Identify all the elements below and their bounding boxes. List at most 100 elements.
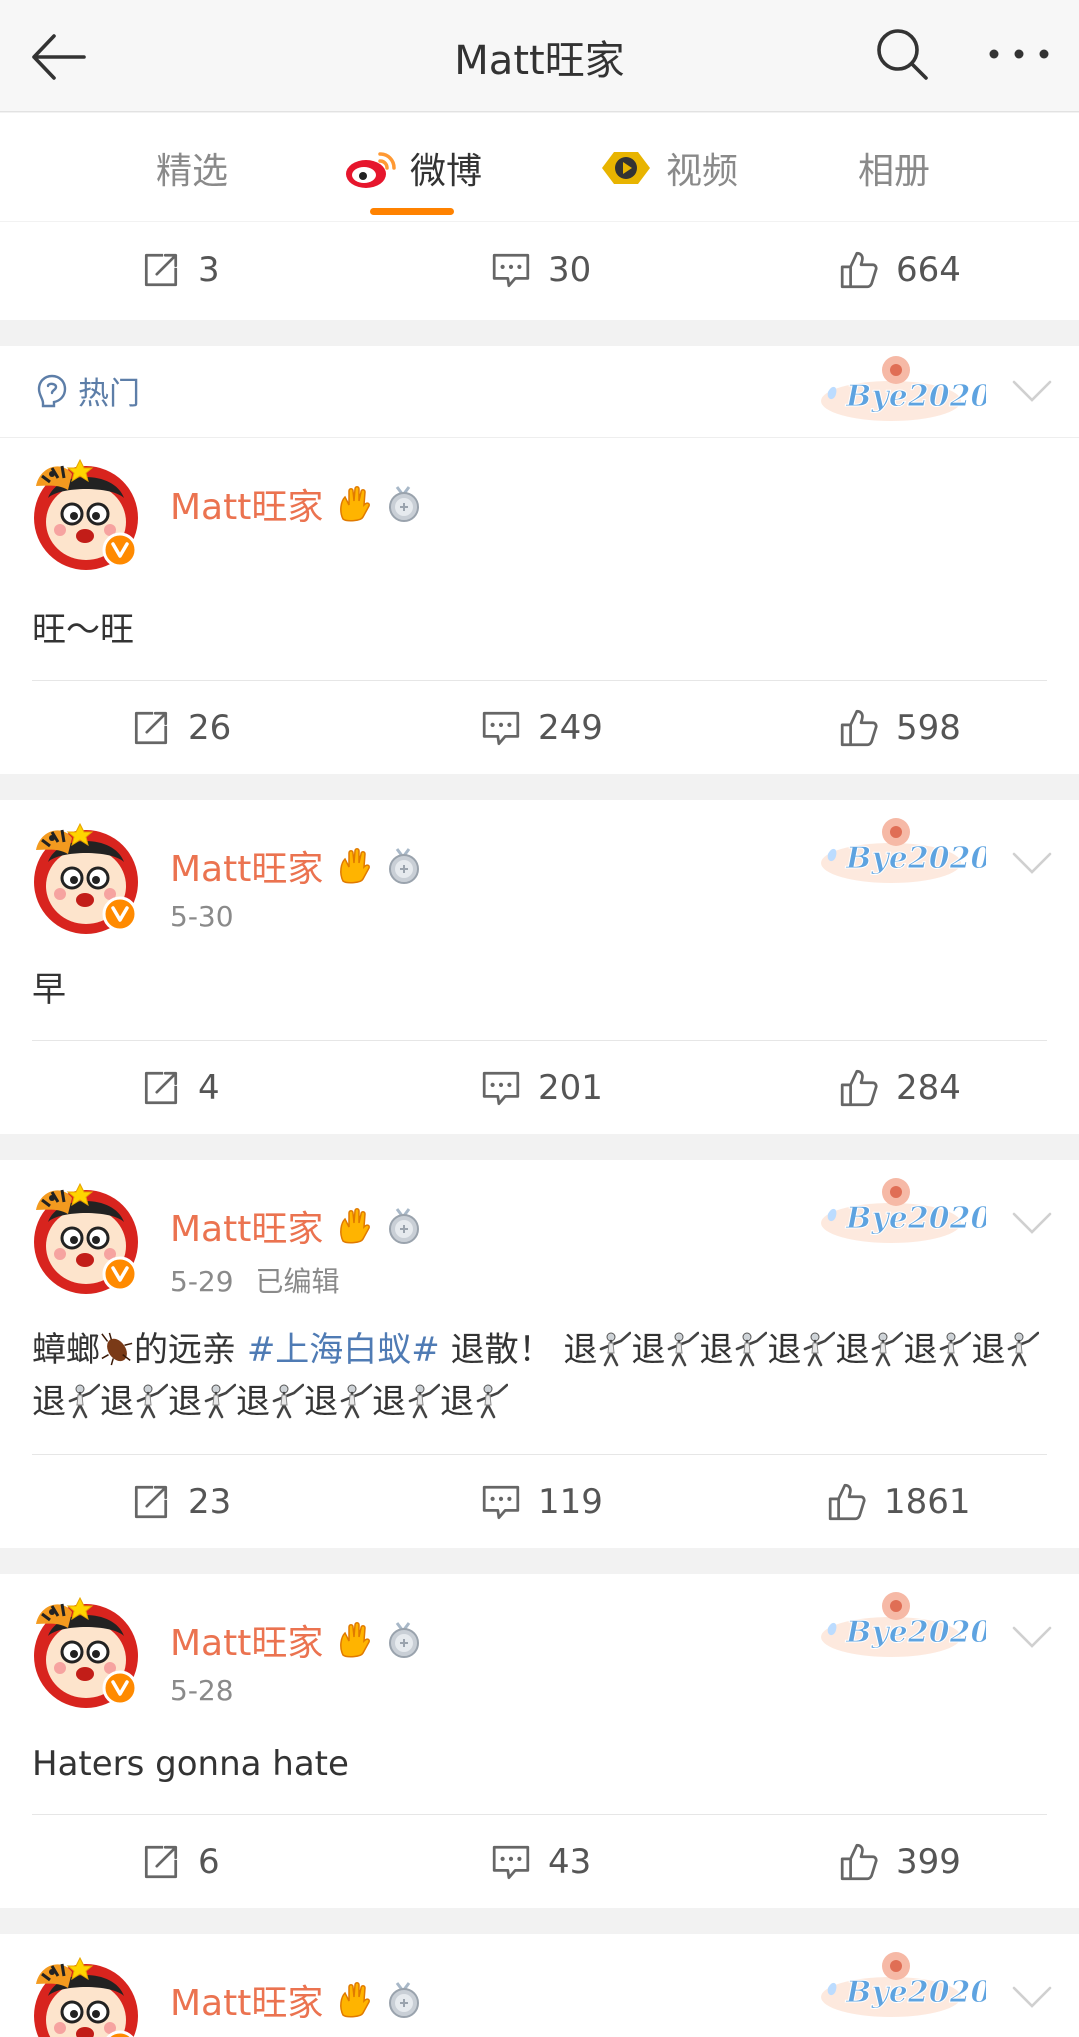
tab-weibo[interactable]: 微博 bbox=[342, 143, 482, 193]
edited-label: 已编辑 bbox=[255, 1265, 340, 1298]
fencer-emoji-icon bbox=[665, 1331, 699, 1367]
retreat-word: 退 bbox=[971, 1330, 1006, 1370]
chevron-down-icon[interactable] bbox=[1010, 376, 1054, 406]
like-count: 664 bbox=[896, 250, 961, 290]
retreat-word: 退 bbox=[168, 1382, 202, 1422]
stamp-text: Bye2020 bbox=[845, 1975, 986, 2010]
chevron-down-icon[interactable] bbox=[1010, 1982, 1054, 2012]
topic-link[interactable]: #上海白蚁# bbox=[247, 1330, 440, 1370]
fencer-emoji-icon bbox=[202, 1383, 236, 1419]
post-text: 旺～旺 bbox=[32, 610, 134, 650]
like-icon bbox=[838, 249, 880, 291]
stamp-text: Bye2020 bbox=[845, 841, 986, 876]
username[interactable]: Matt旺家 bbox=[170, 840, 423, 892]
comment-icon bbox=[480, 1481, 522, 1523]
weibo-logo-icon bbox=[346, 152, 396, 188]
username-text: Matt旺家 bbox=[170, 849, 324, 890]
like-icon bbox=[838, 707, 880, 749]
bye2020-stamp: Bye2020 bbox=[821, 1952, 986, 2017]
repost-icon bbox=[130, 1481, 172, 1523]
retreat-word: 退 bbox=[699, 1330, 734, 1370]
hand-badge-icon bbox=[335, 1207, 373, 1245]
hot-label-text: 热门 bbox=[78, 376, 140, 412]
like-count: 399 bbox=[896, 1842, 961, 1882]
comment-count: 249 bbox=[538, 708, 603, 748]
like-icon bbox=[838, 1841, 880, 1883]
like-button[interactable]: 598 bbox=[838, 680, 961, 776]
avatar[interactable] bbox=[28, 1594, 144, 1710]
post-actions: 6 43 399 bbox=[0, 1814, 1079, 1910]
fencer-emoji-icon bbox=[270, 1383, 304, 1419]
tab-label: 精选 bbox=[156, 151, 229, 192]
cockroach-emoji-icon bbox=[100, 1331, 134, 1367]
repost-count: 3 bbox=[198, 250, 220, 290]
fencer-emoji-icon bbox=[937, 1331, 971, 1367]
tab-video[interactable]: 视频 bbox=[598, 143, 738, 193]
like-icon bbox=[838, 1067, 880, 1109]
text-segment: 退散！ bbox=[439, 1330, 553, 1370]
comment-button[interactable]: 201 bbox=[480, 1040, 603, 1136]
like-count: 1861 bbox=[884, 1482, 971, 1522]
comment-count: 43 bbox=[548, 1842, 592, 1882]
like-button[interactable]: 284 bbox=[838, 1040, 961, 1136]
avatar[interactable] bbox=[28, 456, 144, 572]
comment-icon bbox=[480, 1067, 522, 1109]
comment-button[interactable]: 43 bbox=[490, 1814, 591, 1910]
username[interactable]: Matt旺家 bbox=[170, 1614, 423, 1666]
repost-icon bbox=[140, 1067, 182, 1109]
medal-badge-icon bbox=[385, 485, 423, 523]
repost-button[interactable]: 26 bbox=[130, 680, 231, 776]
hand-badge-icon bbox=[335, 485, 373, 523]
comment-button[interactable]: 249 bbox=[480, 680, 603, 776]
post-text: 早 bbox=[32, 970, 66, 1010]
avatar[interactable] bbox=[28, 820, 144, 936]
repost-button[interactable]: 3 bbox=[140, 222, 220, 318]
post-card-previous: 3 30 664 bbox=[0, 222, 1079, 320]
fencer-emoji-icon bbox=[474, 1383, 508, 1419]
tab-featured[interactable]: 精选 bbox=[156, 143, 228, 193]
username[interactable]: Matt旺家 bbox=[170, 1200, 423, 1252]
medal-badge-icon bbox=[385, 1207, 423, 1245]
avatar[interactable] bbox=[28, 1180, 144, 1296]
medal-badge-icon bbox=[385, 1621, 423, 1659]
fencer-emoji-icon bbox=[338, 1383, 372, 1419]
post-card: Bye2020 Matt旺家 5-30 早 4 201 284 bbox=[0, 800, 1079, 1134]
hand-badge-icon bbox=[335, 847, 373, 885]
avatar[interactable] bbox=[28, 1954, 144, 2037]
like-button[interactable]: 399 bbox=[838, 1814, 961, 1910]
username-text: Matt旺家 bbox=[170, 1623, 324, 1664]
fencer-emoji-icon bbox=[406, 1383, 440, 1419]
repost-button[interactable]: 6 bbox=[140, 1814, 220, 1910]
repost-button[interactable]: 4 bbox=[140, 1040, 220, 1136]
retreat-word: 退 bbox=[372, 1382, 406, 1422]
chevron-down-icon[interactable] bbox=[1010, 848, 1054, 878]
stamp-text: Bye2020 bbox=[845, 1615, 986, 1650]
bye2020-stamp: Bye2020 bbox=[821, 356, 986, 421]
more-options-icon[interactable] bbox=[984, 24, 1054, 84]
repost-count: 23 bbox=[188, 1482, 232, 1522]
comment-button[interactable]: 30 bbox=[490, 222, 591, 318]
repost-count: 26 bbox=[188, 708, 232, 748]
tab-label: 微博 bbox=[410, 151, 483, 192]
retreat-word: 退 bbox=[631, 1330, 666, 1370]
hand-badge-icon bbox=[335, 1621, 373, 1659]
search-icon[interactable] bbox=[872, 24, 932, 84]
comment-icon bbox=[480, 707, 522, 749]
like-button[interactable]: 1861 bbox=[826, 1454, 971, 1550]
post-actions: 26 249 598 bbox=[0, 680, 1079, 776]
active-tab-indicator bbox=[370, 208, 454, 215]
tab-label: 视频 bbox=[666, 151, 739, 192]
comment-button[interactable]: 119 bbox=[480, 1454, 603, 1550]
hot-label[interactable]: 热门 bbox=[34, 368, 140, 413]
like-count: 598 bbox=[896, 708, 961, 748]
chevron-down-icon[interactable] bbox=[1010, 1208, 1054, 1238]
username[interactable]: Matt旺家 bbox=[170, 478, 423, 530]
comment-count: 30 bbox=[548, 250, 592, 290]
comment-icon bbox=[490, 1841, 532, 1883]
chevron-down-icon[interactable] bbox=[1010, 1622, 1054, 1652]
tab-album[interactable]: 相册 bbox=[858, 143, 930, 193]
like-button[interactable]: 664 bbox=[838, 222, 961, 318]
username-text: Matt旺家 bbox=[170, 1983, 324, 2024]
username[interactable]: Matt旺家 bbox=[170, 1974, 423, 2026]
repost-button[interactable]: 23 bbox=[130, 1454, 231, 1550]
